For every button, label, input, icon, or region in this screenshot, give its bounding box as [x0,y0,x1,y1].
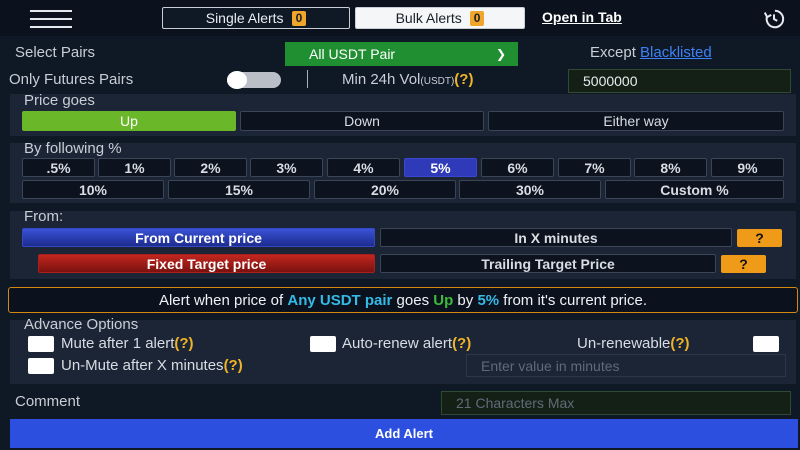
auto-renew-label: Auto-renew alert(?) [342,335,471,352]
unmute-help[interactable]: (?) [224,357,243,374]
percent-option-button[interactable]: 15% [168,180,310,199]
percent-label: By following % [24,140,122,157]
direction-up-button[interactable]: Up [22,111,236,131]
percent-option-button[interactable]: 30% [459,180,601,199]
min-vol-unit: (USDT) [420,76,455,87]
tab-single-label: Single Alerts [205,10,284,26]
from-label: From: [24,208,64,225]
in-x-minutes-button[interactable]: In X minutes [380,228,732,247]
except-label: Except [590,44,636,61]
price-goes-label: Price goes [24,92,95,109]
futures-toggle[interactable] [227,71,281,89]
auto-renew-checkbox[interactable] [310,336,336,352]
custom-percent-button[interactable]: Custom % [605,180,784,199]
single-count-badge: 0 [291,10,307,26]
summary-percent: 5% [477,291,500,309]
bulk-count-badge: 0 [469,10,485,26]
summary-text-2: goes [392,291,434,309]
pair-select[interactable]: All USDT Pair ❯ [285,42,518,66]
summary-text-3: by [453,291,478,309]
chevron-down-icon: ❯ [495,47,506,61]
percent-option-button[interactable]: 4% [327,158,400,177]
min-vol-text: Min 24h Vol [342,71,421,88]
trailing-help-button[interactable]: ? [721,255,766,273]
pair-select-value: All USDT Pair [309,46,396,62]
tab-bulk-label: Bulk Alerts [395,10,462,26]
summary-pair: Any USDT pair [287,291,393,309]
percent-option-button[interactable]: .5% [22,158,95,177]
percent-option-button[interactable]: 7% [558,158,631,177]
unmute-checkbox[interactable] [28,358,54,374]
percent-option-button[interactable]: 8% [634,158,707,177]
percent-option-button[interactable]: 20% [314,180,456,199]
mute-text: Mute after 1 alert [61,335,175,352]
trailing-target-price-button[interactable]: Trailing Target Price [380,254,716,273]
alert-summary: Alert when price of Any USDT pair goes U… [8,287,798,313]
direction-either-button[interactable]: Either way [488,111,784,131]
min-vol-input[interactable]: 5000000 [568,69,791,93]
percent-option-button[interactable]: 2% [174,158,247,177]
open-in-tab-link[interactable]: Open in Tab [542,9,622,25]
add-alert-button[interactable]: Add Alert [10,419,798,448]
auto-renew-help[interactable]: (?) [452,335,471,352]
mute-help[interactable]: (?) [174,335,193,352]
tab-single-alerts[interactable]: Single Alerts 0 [162,7,350,29]
percent-option-button[interactable]: 6% [481,158,554,177]
x-minutes-help-button[interactable]: ? [737,229,782,247]
direction-down-button[interactable]: Down [240,111,484,131]
auto-renew-text: Auto-renew alert [342,335,453,352]
fixed-target-price-button[interactable]: Fixed Target price [38,254,375,273]
minutes-input[interactable]: Enter value in minutes [466,354,786,377]
mute-checkbox[interactable] [28,336,54,352]
advance-options-label: Advance Options [24,316,139,333]
unmute-text: Un-Mute after X minutes [61,357,224,374]
min-vol-help[interactable]: (?) [454,71,473,88]
percent-option-button[interactable]: 1% [98,158,171,177]
min-vol-label: Min 24h Vol(USDT)(?) [342,71,473,88]
unmute-label: Un-Mute after X minutes(?) [61,357,243,374]
percent-option-button[interactable]: 10% [22,180,164,199]
divider [307,70,308,88]
percent-option-button[interactable]: 3% [250,158,323,177]
toggle-knob [227,71,247,89]
except-blacklisted: Except Blacklisted [590,44,712,61]
blacklisted-link[interactable]: Blacklisted [640,44,712,61]
comment-label: Comment [15,393,81,410]
unrenewable-help[interactable]: (?) [670,335,689,352]
summary-direction: Up [433,291,454,309]
summary-text-4: from it's current price. [499,291,648,309]
summary-text-1: Alert when price of [158,291,288,309]
menu-icon[interactable] [30,10,72,28]
percent-option-button[interactable]: 9% [711,158,784,177]
percent-option-button[interactable]: 5% [404,158,477,177]
tab-bulk-alerts[interactable]: Bulk Alerts 0 [355,7,525,29]
history-icon[interactable] [763,8,785,30]
only-futures-label: Only Futures Pairs [9,71,134,88]
unrenewable-label: Un-renewable(?) [577,335,690,352]
unrenewable-text: Un-renewable [577,335,671,352]
comment-input[interactable]: 21 Characters Max [441,391,791,415]
from-current-price-button[interactable]: From Current price [22,228,375,247]
select-pairs-label: Select Pairs [15,44,96,61]
mute-label: Mute after 1 alert(?) [61,335,194,352]
unrenewable-checkbox[interactable] [753,336,779,352]
